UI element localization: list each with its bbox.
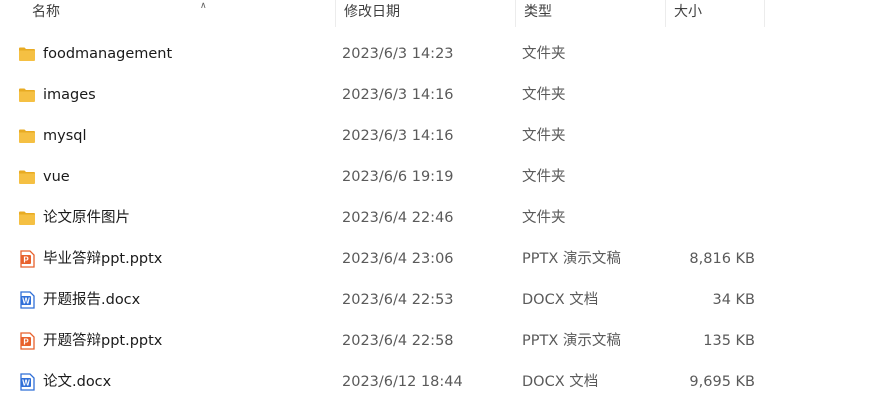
pptx-file-icon: P [18, 332, 36, 350]
docx-file-icon: W [18, 291, 36, 309]
file-row[interactable]: W 论文.docx 2023/6/12 18:44 DOCX 文档 9,695 KB [0, 362, 891, 403]
column-header-size-label: 大小 [674, 4, 702, 20]
file-row[interactable]: W 开题报告.docx 2023/6/4 22:53 DOCX 文档 34 KB [0, 280, 891, 321]
file-size: 8,816 KB [689, 251, 755, 267]
file-list: 名称 ∧ 修改日期 类型 大小 foodmanagement 2023/6/3 1… [0, 0, 891, 407]
folder-icon [18, 168, 36, 186]
file-row[interactable]: foodmanagement 2023/6/3 14:23 文件夹 [0, 34, 891, 75]
file-row[interactable]: images 2023/6/3 14:16 文件夹 [0, 75, 891, 116]
svg-text:W: W [22, 297, 30, 306]
file-modified-date: 2023/6/6 19:19 [342, 169, 454, 185]
file-type: 文件夹 [522, 87, 566, 103]
file-name: 论文.docx [43, 374, 112, 390]
file-modified-date: 2023/6/4 22:53 [342, 292, 454, 308]
folder-icon [18, 209, 36, 227]
file-type: 文件夹 [522, 128, 566, 144]
file-modified-date: 2023/6/4 22:58 [342, 333, 454, 349]
file-name: 毕业答辩ppt.pptx [43, 251, 163, 267]
file-name: 开题答辩ppt.pptx [43, 333, 163, 349]
sort-caret-icon: ∧ [200, 1, 207, 11]
column-header-size[interactable]: 大小 [665, 0, 765, 27]
file-modified-date: 2023/6/3 14:16 [342, 128, 454, 144]
docx-file-icon: W [18, 373, 36, 391]
file-type: DOCX 文档 [522, 374, 599, 390]
svg-text:P: P [23, 256, 29, 265]
column-header-name[interactable]: 名称 ∧ [24, 0, 335, 27]
folder-icon [18, 45, 36, 63]
file-modified-date: 2023/6/3 14:16 [342, 87, 454, 103]
column-header-type-label: 类型 [524, 4, 552, 20]
file-name: 论文原件图片 [43, 210, 130, 226]
file-size: 135 KB [703, 333, 755, 349]
column-header-date-label: 修改日期 [344, 4, 400, 20]
file-modified-date: 2023/6/4 23:06 [342, 251, 454, 267]
file-name: vue [43, 169, 70, 185]
file-name: foodmanagement [43, 46, 173, 62]
column-header-type[interactable]: 类型 [515, 0, 665, 27]
svg-text:W: W [22, 379, 30, 388]
file-type: PPTX 演示文稿 [522, 251, 621, 267]
folder-icon [18, 127, 36, 145]
file-row[interactable]: vue 2023/6/6 19:19 文件夹 [0, 157, 891, 198]
file-rows: foodmanagement 2023/6/3 14:23 文件夹 images 202… [0, 34, 891, 403]
file-modified-date: 2023/6/4 22:46 [342, 210, 454, 226]
file-size: 9,695 KB [689, 374, 755, 390]
column-header-bar: 名称 ∧ 修改日期 类型 大小 [0, 0, 891, 27]
file-type: 文件夹 [522, 210, 566, 226]
column-header-name-label: 名称 [32, 4, 60, 20]
file-name: images [43, 87, 96, 103]
file-type: 文件夹 [522, 46, 566, 62]
file-row[interactable]: 论文原件图片 2023/6/4 22:46 文件夹 [0, 198, 891, 239]
pptx-file-icon: P [18, 250, 36, 268]
folder-icon [18, 86, 36, 104]
file-row[interactable]: P 毕业答辩ppt.pptx 2023/6/4 23:06 PPTX 演示文稿 8,81… [0, 239, 891, 280]
file-name: 开题报告.docx [43, 292, 141, 308]
file-name: mysql [43, 128, 87, 144]
file-size: 34 KB [712, 292, 755, 308]
file-modified-date: 2023/6/3 14:23 [342, 46, 454, 62]
file-row[interactable]: P 开题答辩ppt.pptx 2023/6/4 22:58 PPTX 演示文稿 135 … [0, 321, 891, 362]
column-header-date[interactable]: 修改日期 [335, 0, 515, 27]
file-type: PPTX 演示文稿 [522, 333, 621, 349]
file-modified-date: 2023/6/12 18:44 [342, 374, 463, 390]
file-row[interactable]: mysql 2023/6/3 14:16 文件夹 [0, 116, 891, 157]
svg-text:P: P [23, 338, 29, 347]
file-type: 文件夹 [522, 169, 566, 185]
file-type: DOCX 文档 [522, 292, 599, 308]
